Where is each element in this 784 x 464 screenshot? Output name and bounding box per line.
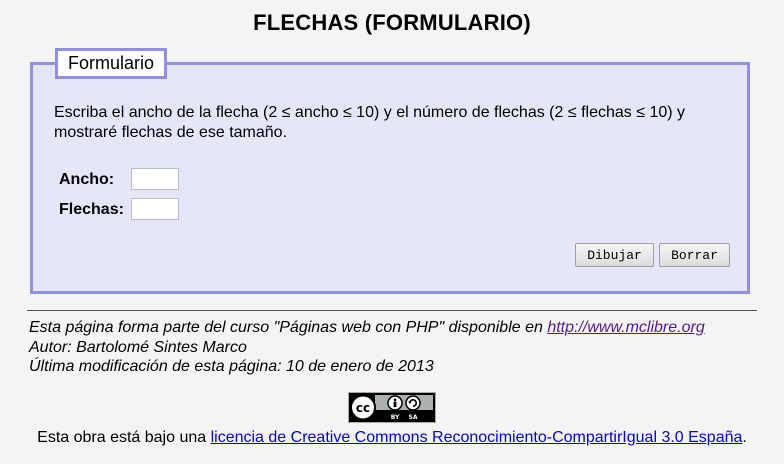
cc-license-badge[interactable]: cc BY SA xyxy=(348,392,436,423)
license-statement: Esta obra está bajo una licencia de Crea… xyxy=(0,428,784,448)
course-note-text: Esta página forma parte del curso "Págin… xyxy=(29,319,548,336)
license-prefix: Esta obra está bajo una xyxy=(37,429,211,446)
flechas-label: Flechas: xyxy=(59,201,124,218)
cc-mark-text: cc xyxy=(356,401,370,415)
last-modified-line: Última modificación de esta página: 10 d… xyxy=(29,358,434,375)
license-link[interactable]: licencia de Creative Commons Reconocimie… xyxy=(211,429,743,446)
form-instructions: Escriba el ancho de la flecha (2 ≤ ancho… xyxy=(54,104,686,141)
course-link[interactable]: http://www.mclibre.org xyxy=(547,319,704,336)
by-mark-text: BY xyxy=(391,414,400,421)
footer-divider xyxy=(27,310,757,311)
ancho-label: Ancho: xyxy=(59,171,115,188)
license-suffix: . xyxy=(742,429,747,446)
page-title: FLECHAS (FORMULARIO) xyxy=(253,10,531,35)
author-line: Autor: Bartolomé Sintes Marco xyxy=(29,339,247,356)
flechas-input[interactable] xyxy=(131,198,179,220)
course-note: Esta página forma parte del curso "Págin… xyxy=(29,318,705,338)
form-fieldset: Formulario Escriba el ancho de la flecha… xyxy=(30,48,750,294)
fieldset-legend: Formulario xyxy=(55,48,168,79)
cc-by-sa-icon: cc BY SA xyxy=(349,393,435,422)
clear-button[interactable]: Borrar xyxy=(659,243,730,267)
sa-mark-text: SA xyxy=(409,414,418,421)
draw-button[interactable]: Dibujar xyxy=(575,243,654,267)
ancho-input[interactable] xyxy=(131,168,179,190)
